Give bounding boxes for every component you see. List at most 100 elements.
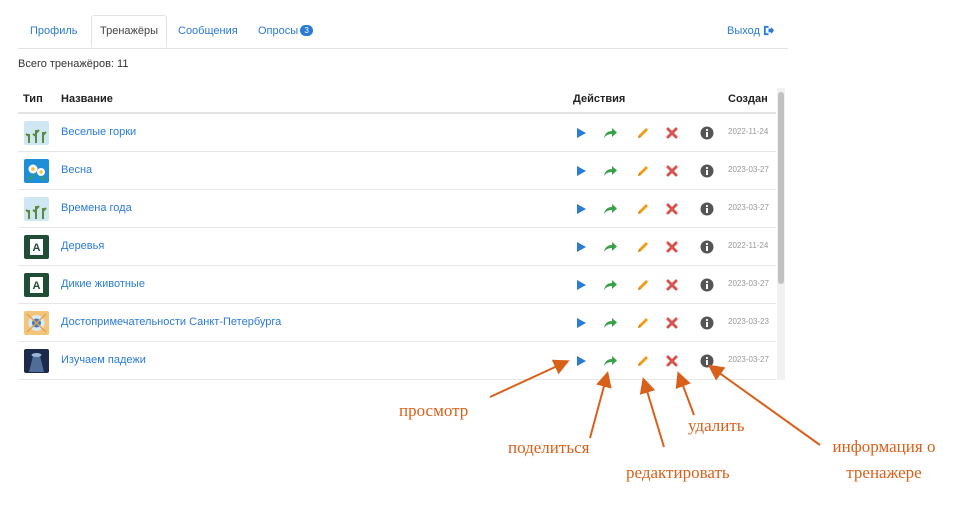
play-button[interactable]: [573, 277, 589, 293]
flowers-thumbnail: [24, 159, 49, 183]
tab-messages[interactable]: Сообщения: [178, 16, 238, 46]
table-row: Достопримечательности Санкт-Петербурга 20…: [18, 304, 776, 342]
pencil-icon: [635, 201, 651, 217]
svg-text:A: A: [33, 280, 41, 292]
share-button[interactable]: [602, 315, 618, 331]
scrollbar-thumb[interactable]: [778, 92, 784, 284]
info-icon: [699, 163, 715, 179]
col-created-header: Создан: [728, 93, 768, 105]
info-icon: [699, 239, 715, 255]
created-date: 2023-03-27: [728, 279, 769, 288]
share-icon: [602, 277, 618, 293]
polls-count-badge: 3: [300, 25, 314, 36]
trainer-title-link[interactable]: Времена года: [61, 202, 132, 214]
annotation-delete: удалить: [688, 416, 745, 435]
annotation-view: просмотр: [399, 401, 469, 420]
edit-button[interactable]: [635, 125, 651, 141]
created-date: 2022-11-24: [728, 241, 769, 250]
created-date: 2023-03-27: [728, 165, 769, 174]
svg-text:A: A: [33, 242, 41, 254]
share-button[interactable]: [602, 353, 618, 369]
share-button[interactable]: [602, 125, 618, 141]
created-date: 2023-03-27: [728, 203, 769, 212]
delete-button[interactable]: [664, 277, 680, 293]
info-button[interactable]: [699, 315, 715, 331]
table-scrollbar[interactable]: [777, 88, 785, 380]
delete-button[interactable]: [664, 353, 680, 369]
play-icon: [573, 315, 589, 331]
ufo-thumbnail: [24, 349, 49, 373]
plants-thumbnail: [24, 197, 49, 221]
created-date: 2022-11-24: [728, 127, 769, 136]
delete-button[interactable]: [664, 163, 680, 179]
pencil-icon: [635, 239, 651, 255]
trainer-title-link[interactable]: Дикие животные: [61, 278, 145, 290]
play-button[interactable]: [573, 201, 589, 217]
pencil-icon: [635, 277, 651, 293]
play-button[interactable]: [573, 353, 589, 369]
delete-button[interactable]: [664, 125, 680, 141]
info-icon: [699, 353, 715, 369]
sign-out-icon: [763, 25, 774, 36]
play-icon: [573, 201, 589, 217]
share-button[interactable]: [602, 277, 618, 293]
pencil-icon: [635, 353, 651, 369]
tab-polls[interactable]: Опросы 3: [258, 16, 314, 46]
edit-button[interactable]: [635, 239, 651, 255]
play-button[interactable]: [573, 315, 589, 331]
play-button[interactable]: [573, 239, 589, 255]
delete-icon: [664, 315, 680, 331]
pencil-icon: [635, 315, 651, 331]
edit-button[interactable]: [635, 353, 651, 369]
top-nav: Профиль Тренажёры Сообщения Опросы 3 Выхо…: [18, 8, 788, 49]
tab-polls-label: Опросы: [258, 25, 299, 37]
share-icon: [602, 163, 618, 179]
info-icon: [699, 315, 715, 331]
info-button[interactable]: [699, 163, 715, 179]
trainer-title-link[interactable]: Достопримечательности Санкт-Петербурга: [61, 316, 281, 328]
play-icon: [573, 277, 589, 293]
play-icon: [573, 125, 589, 141]
trainer-title-link[interactable]: Веселые горки: [61, 126, 136, 138]
share-button[interactable]: [602, 239, 618, 255]
delete-icon: [664, 125, 680, 141]
share-button[interactable]: [602, 163, 618, 179]
delete-icon: [664, 239, 680, 255]
trainer-title-link[interactable]: Изучаем падежи: [61, 354, 146, 366]
info-button[interactable]: [699, 239, 715, 255]
share-icon: [602, 315, 618, 331]
delete-button[interactable]: [664, 201, 680, 217]
delete-button[interactable]: [664, 239, 680, 255]
edit-button[interactable]: [635, 277, 651, 293]
delete-button[interactable]: [664, 315, 680, 331]
col-name-header: Название: [61, 93, 113, 105]
play-icon: [573, 163, 589, 179]
plants-thumbnail: [24, 121, 49, 145]
edit-button[interactable]: [635, 315, 651, 331]
share-button[interactable]: [602, 201, 618, 217]
info-button[interactable]: [699, 125, 715, 141]
annotation-info-line1: информация о: [832, 437, 936, 456]
logout-link[interactable]: Выход: [727, 16, 774, 46]
info-button[interactable]: [699, 277, 715, 293]
info-button[interactable]: [699, 201, 715, 217]
target-thumbnail: [24, 311, 49, 335]
tab-trainers[interactable]: Тренажёры: [91, 15, 168, 47]
table-row: Весна 2023-03-27: [18, 152, 776, 190]
play-button[interactable]: [573, 125, 589, 141]
info-icon: [699, 125, 715, 141]
tab-profile[interactable]: Профиль: [30, 16, 78, 46]
share-icon: [602, 239, 618, 255]
play-button[interactable]: [573, 163, 589, 179]
edit-button[interactable]: [635, 201, 651, 217]
share-icon: [602, 201, 618, 217]
trainer-title-link[interactable]: Деревья: [61, 240, 104, 252]
col-actions-header: Действия: [573, 93, 626, 105]
info-icon: [699, 277, 715, 293]
info-button[interactable]: [699, 353, 715, 369]
edit-button[interactable]: [635, 163, 651, 179]
table-row: Времена года 2023-03-27: [18, 190, 776, 228]
arrow-share: [589, 371, 612, 439]
trainer-title-link[interactable]: Весна: [61, 164, 92, 176]
pencil-icon: [635, 163, 651, 179]
